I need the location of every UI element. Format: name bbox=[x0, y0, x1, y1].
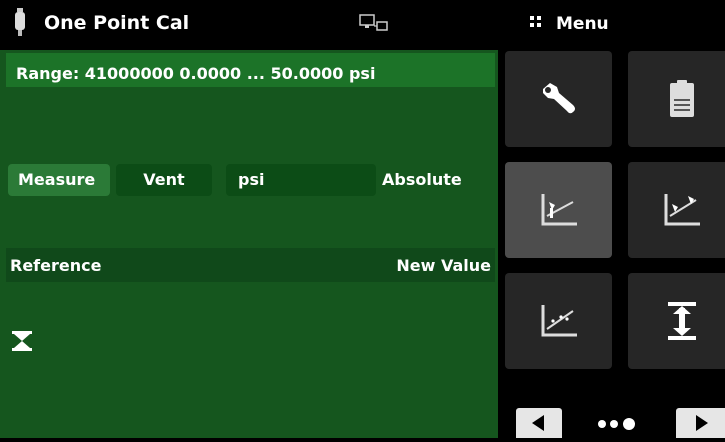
two-point-cal-icon bbox=[664, 194, 700, 226]
calibration-panel: Range: 41000000 0.0000 ... 50.0000 psi M… bbox=[0, 50, 498, 438]
reference-column-header: Reference bbox=[10, 256, 102, 275]
one-point-cal-tile[interactable] bbox=[505, 162, 612, 258]
remote-connection-icon[interactable] bbox=[359, 13, 389, 35]
measure-button[interactable]: Measure bbox=[8, 164, 110, 196]
wrench-icon bbox=[542, 83, 575, 114]
one-point-cal-icon bbox=[541, 194, 577, 226]
zero-adjust-icon bbox=[667, 302, 696, 340]
linearization-icon bbox=[541, 305, 577, 337]
page-title: One Point Cal bbox=[44, 12, 190, 34]
menu-label[interactable]: Menu bbox=[556, 14, 609, 34]
linearization-tile[interactable] bbox=[505, 273, 612, 369]
pressure-mode-label[interactable]: Absolute bbox=[380, 164, 495, 196]
zero-adjust-tile[interactable] bbox=[628, 273, 725, 369]
left-arrow-icon bbox=[532, 415, 544, 431]
hourglass-icon bbox=[12, 331, 32, 351]
unit-selector[interactable]: psi bbox=[226, 164, 376, 196]
new-value-column-header: New Value bbox=[396, 256, 491, 275]
two-point-cal-tile[interactable] bbox=[628, 162, 725, 258]
document-icon bbox=[669, 80, 694, 117]
title-bar: One Point Cal Menu bbox=[0, 0, 725, 48]
range-bar: Range: 41000000 0.0000 ... 50.0000 psi bbox=[6, 53, 495, 87]
page-dots-icon bbox=[598, 418, 635, 430]
pressure-device-icon bbox=[15, 8, 25, 36]
settings-wrench-tile[interactable] bbox=[505, 51, 612, 147]
menu-grid-icon[interactable] bbox=[528, 14, 544, 34]
document-tile[interactable] bbox=[628, 51, 725, 147]
table-header: Reference New Value bbox=[6, 248, 495, 282]
right-arrow-icon bbox=[696, 415, 708, 431]
previous-page-button[interactable] bbox=[516, 408, 562, 438]
vent-button[interactable]: Vent bbox=[116, 164, 212, 196]
next-page-button[interactable] bbox=[676, 408, 725, 438]
range-text: Range: 41000000 0.0000 ... 50.0000 psi bbox=[16, 64, 376, 83]
